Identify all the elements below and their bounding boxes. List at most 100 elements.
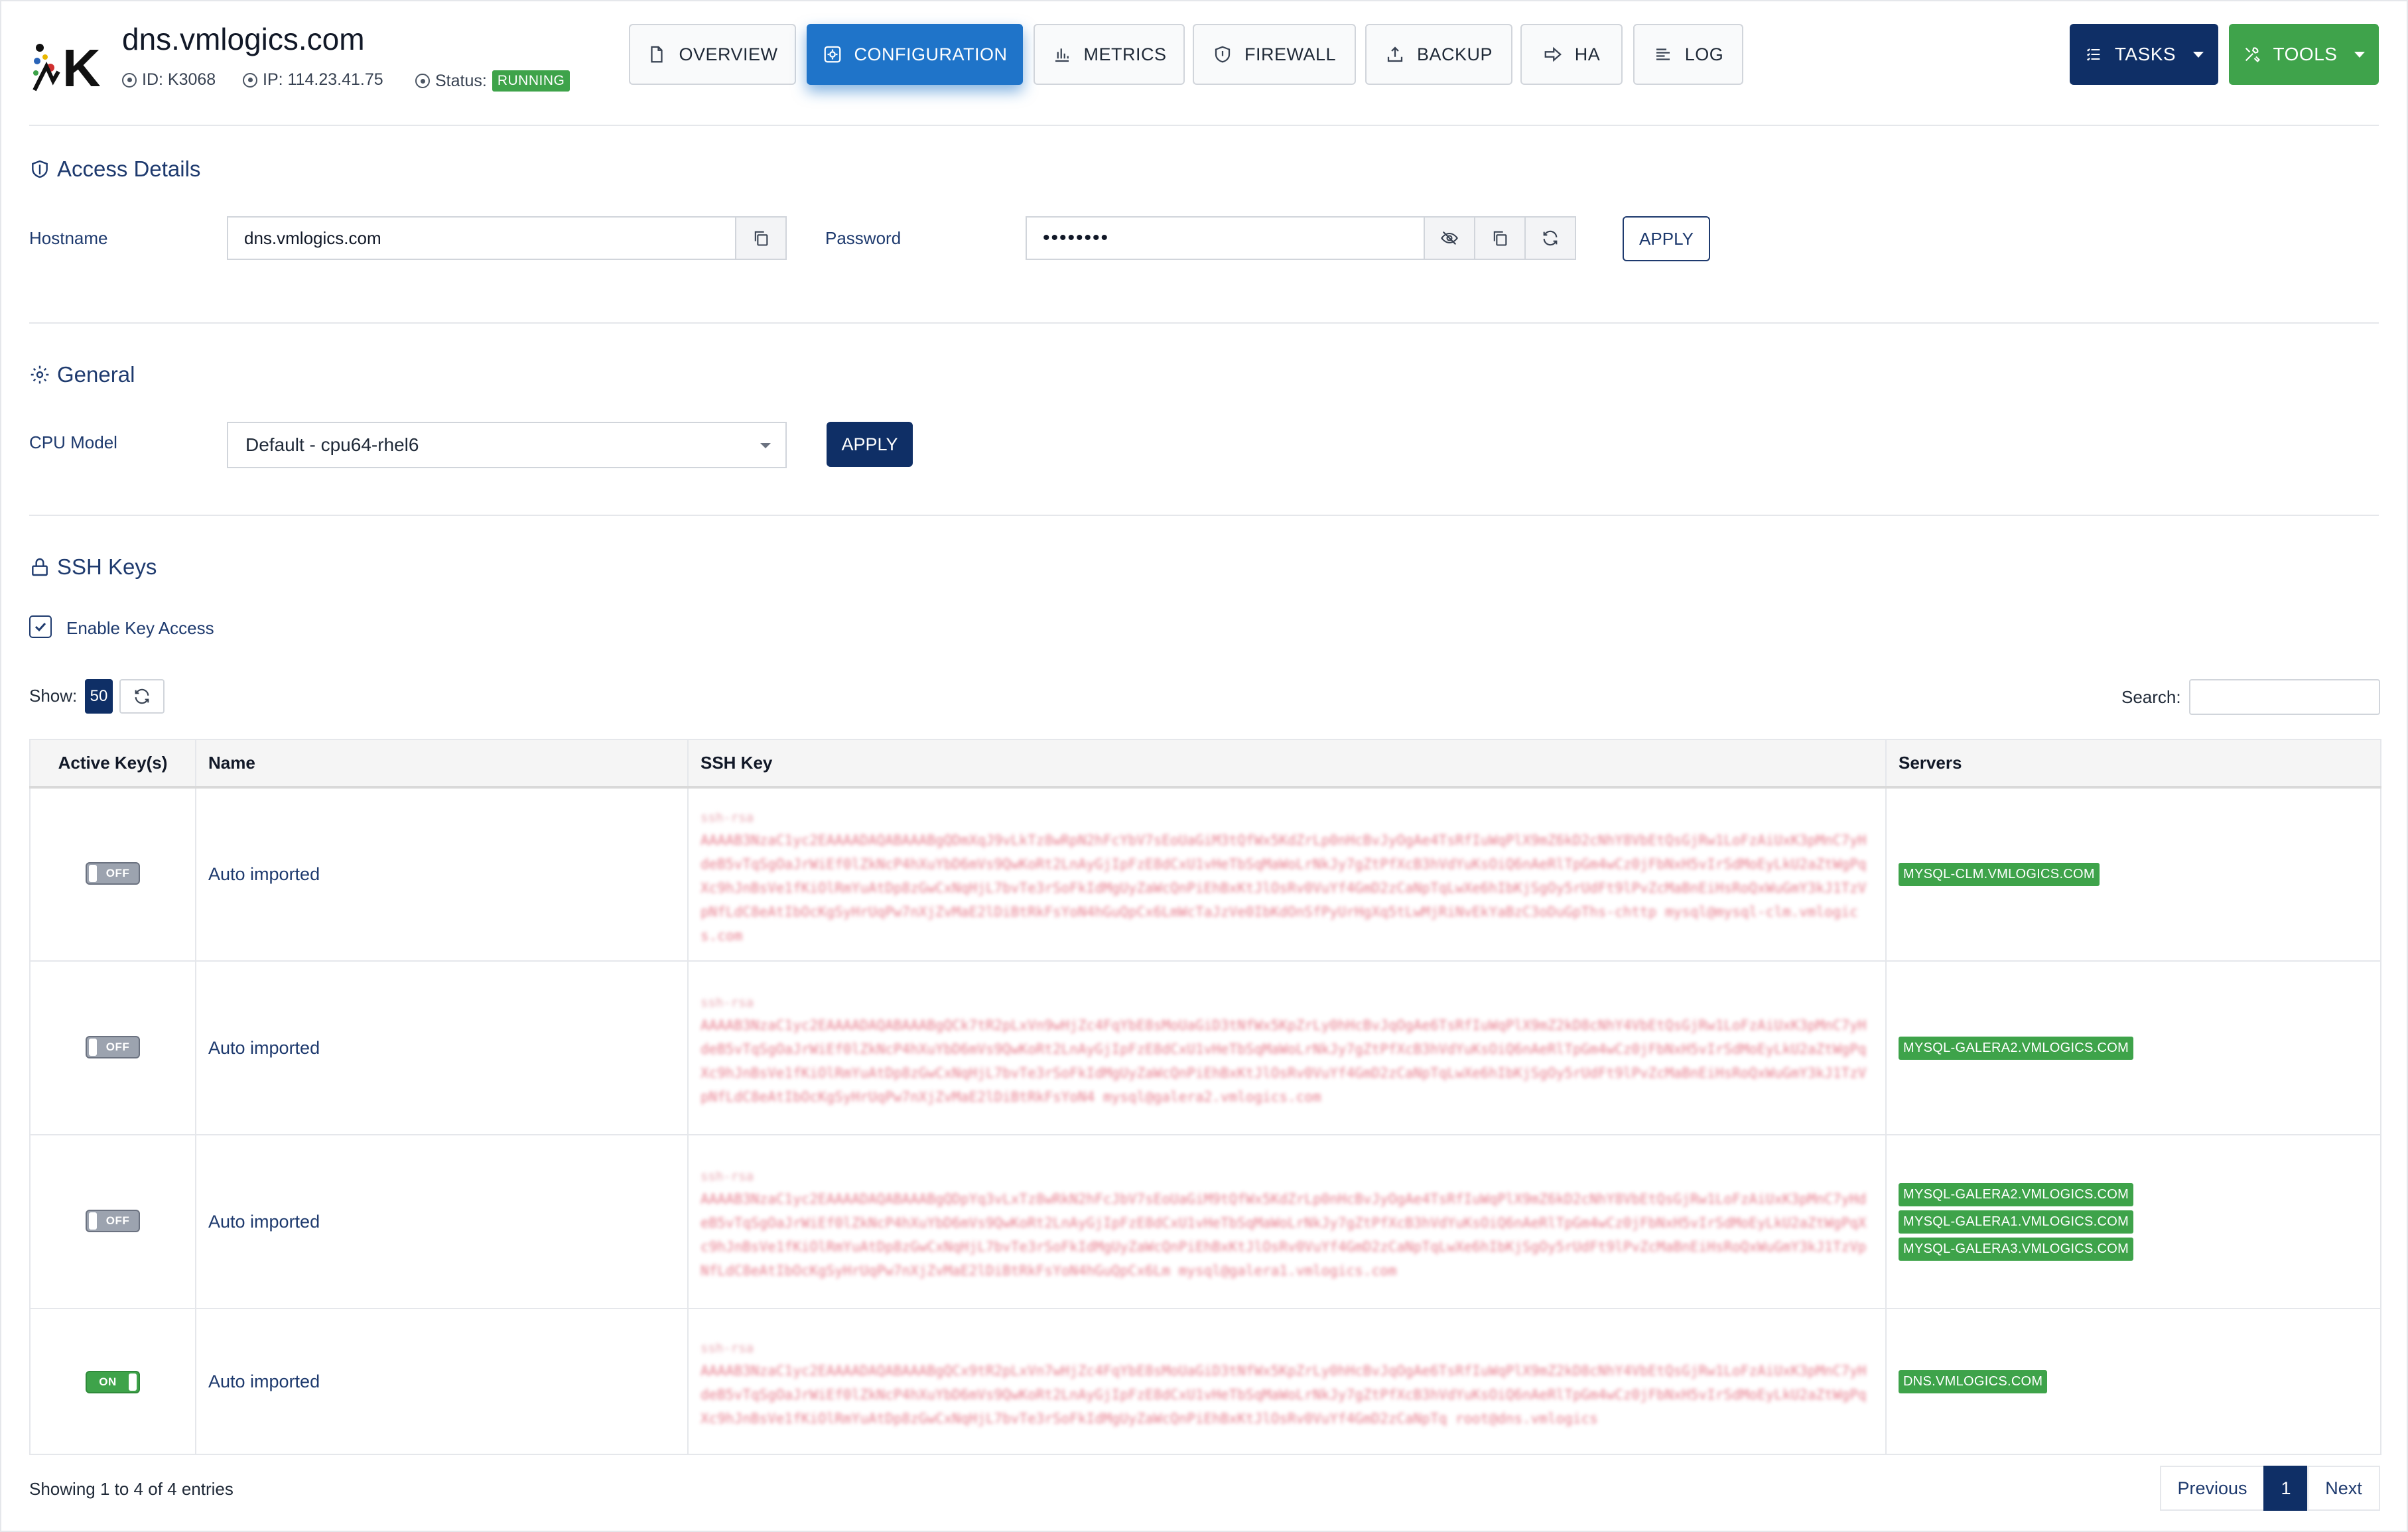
table-row: OFF Auto imported ssh-rsa AAAAB3NzaC1yc2… xyxy=(29,787,2381,962)
refresh-table-button[interactable] xyxy=(119,679,165,714)
ssh-keys-title: SSH Keys xyxy=(57,554,157,579)
ssh-keys-heading: SSH Keys xyxy=(29,554,157,580)
name-cell: Auto imported xyxy=(195,1308,689,1455)
toggle-text: OFF xyxy=(105,1214,130,1227)
status-badge: RUNNING xyxy=(492,70,570,92)
arrow-right-icon xyxy=(1544,46,1562,62)
apply-cpu-button[interactable]: APPLY xyxy=(827,422,913,467)
copy-icon xyxy=(1493,231,1507,246)
status-label: Status: xyxy=(435,71,487,90)
bar-chart-icon xyxy=(1055,48,1069,62)
regenerate-password-button[interactable] xyxy=(1524,216,1576,260)
shield-icon xyxy=(32,160,48,178)
server-badge: MYSQL-GALERA3.VMLOGICS.COM xyxy=(1899,1237,2134,1261)
access-details-title: Access Details xyxy=(57,157,201,181)
column-header-name[interactable]: Name xyxy=(195,739,689,789)
search-input[interactable] xyxy=(2189,679,2380,715)
tab-configuration[interactable]: CONFIGURATION xyxy=(807,24,1023,85)
toggle-knob xyxy=(89,865,97,882)
show-label: Show: xyxy=(29,686,78,706)
tab-ha-label: HA xyxy=(1574,44,1601,64)
check-icon xyxy=(34,622,46,632)
previous-page-button[interactable]: Previous xyxy=(2160,1466,2265,1511)
toggle-password-button[interactable] xyxy=(1424,216,1475,260)
enable-key-access-checkbox[interactable] xyxy=(29,615,52,638)
page-1-button[interactable]: 1 xyxy=(2263,1466,2308,1511)
cpu-model-select[interactable]: Default - cpu64-rhel6 xyxy=(227,422,787,468)
column-header-active[interactable]: Active Key(s) xyxy=(29,739,196,789)
tab-log-label: LOG xyxy=(1684,44,1724,64)
eye-off-icon xyxy=(1441,231,1458,245)
key-active-toggle[interactable]: OFF xyxy=(86,862,140,885)
tab-log[interactable]: LOG xyxy=(1633,24,1743,85)
server-badge: MYSQL-CLM.VMLOGICS.COM xyxy=(1899,863,2100,886)
shield-icon xyxy=(1215,46,1231,63)
key-active-toggle[interactable]: ON xyxy=(86,1371,140,1393)
tools-icon xyxy=(2245,47,2260,62)
servers-cell: MYSQL-CLM.VMLOGICS.COM xyxy=(1885,787,2381,962)
server-badge: MYSQL-GALERA2.VMLOGICS.COM xyxy=(1899,1036,2134,1060)
next-page-button[interactable]: Next xyxy=(2307,1466,2380,1511)
tab-backup[interactable]: BACKUP xyxy=(1365,24,1512,85)
server-id: ID: K3068 xyxy=(122,70,216,90)
column-header-servers[interactable]: Servers xyxy=(1885,739,2381,789)
page-size-select[interactable]: 50 xyxy=(85,679,113,714)
ip-icon xyxy=(243,72,257,88)
status-icon xyxy=(415,74,430,88)
column-header-ssh-key[interactable]: SSH Key xyxy=(687,739,1887,789)
enable-key-access-label: Enable Key Access xyxy=(66,618,214,638)
page: K dns.vmlogics.com ID: K3068 IP: 114.23.… xyxy=(0,0,2408,1532)
ssh-key-text: AAAAB3NzaC1yc2EAAAADAQABAAABgQDmXqJ9vLkT… xyxy=(701,832,1867,944)
servers-cell: DNS.VMLOGICS.COM xyxy=(1885,1308,2381,1455)
caret-down-icon xyxy=(2354,51,2366,58)
ssh-key-type: ssh-rsa xyxy=(701,995,754,1010)
lock-icon xyxy=(32,558,48,576)
tab-configuration-label: CONFIGURATION xyxy=(854,44,1008,64)
server-id-text: ID: K3068 xyxy=(142,70,216,89)
general-title: General xyxy=(57,362,135,387)
page-title: dns.vmlogics.com xyxy=(122,22,365,56)
copy-icon xyxy=(754,231,768,246)
toggle-knob xyxy=(129,1373,137,1391)
table-header-row: Active Key(s) Name SSH Key Servers xyxy=(29,739,2381,789)
hostname-label: Hostname xyxy=(29,228,108,248)
name-cell: Auto imported xyxy=(195,960,689,1135)
hostname-field[interactable]: dns.vmlogics.com xyxy=(227,216,736,260)
password-field[interactable]: •••••••• xyxy=(1026,216,1425,260)
file-icon xyxy=(651,46,663,63)
tab-metrics[interactable]: METRICS xyxy=(1034,24,1185,85)
tools-label: TOOLS xyxy=(2273,44,2338,64)
toggle-knob xyxy=(89,1212,97,1230)
tab-firewall[interactable]: FIREWALL xyxy=(1193,24,1356,85)
tools-button[interactable]: TOOLS xyxy=(2229,24,2379,85)
copy-hostname-button[interactable] xyxy=(735,216,787,260)
tab-overview-label: OVERVIEW xyxy=(679,44,778,64)
copy-password-button[interactable] xyxy=(1474,216,1526,260)
key-active-toggle[interactable]: OFF xyxy=(86,1209,140,1232)
servers-cell: MYSQL-GALERA2.VMLOGICS.COM MYSQL-GALERA1.… xyxy=(1885,1134,2381,1309)
ssh-key-text: AAAAB3NzaC1yc2EAAAADAQABAAABgQCx9tR2pLxV… xyxy=(701,1363,1867,1427)
caret-down-icon xyxy=(2193,51,2204,58)
tasks-button[interactable]: TASKS xyxy=(2070,24,2218,85)
server-badge: MYSQL-GALERA1.VMLOGICS.COM xyxy=(1899,1210,2134,1234)
chevron-down-icon xyxy=(760,443,771,448)
tab-overview[interactable]: OVERVIEW xyxy=(629,24,796,85)
refresh-icon xyxy=(135,688,149,704)
id-icon xyxy=(122,72,137,88)
tab-firewall-label: FIREWALL xyxy=(1244,44,1337,64)
key-active-toggle[interactable]: OFF xyxy=(86,1035,140,1058)
toggle-text: ON xyxy=(99,1375,117,1388)
active-cell: OFF xyxy=(29,960,196,1135)
cpu-model-value: Default - cpu64-rhel6 xyxy=(245,434,419,455)
tab-metrics-label: METRICS xyxy=(1083,44,1167,64)
apply-password-button[interactable]: APPLY xyxy=(1623,216,1710,261)
server-badge: DNS.VMLOGICS.COM xyxy=(1899,1370,2048,1393)
tasks-label: TASKS xyxy=(2114,44,2176,64)
backup-icon xyxy=(1387,46,1403,62)
table-row: OFF Auto imported ssh-rsa AAAAB3NzaC1yc2… xyxy=(29,960,2381,1135)
divider xyxy=(29,125,2379,126)
logo-icon: K xyxy=(33,40,101,92)
server-ip-text: IP: 114.23.41.75 xyxy=(263,70,383,89)
password-label: Password xyxy=(825,228,902,248)
tab-ha[interactable]: HA xyxy=(1520,24,1623,85)
